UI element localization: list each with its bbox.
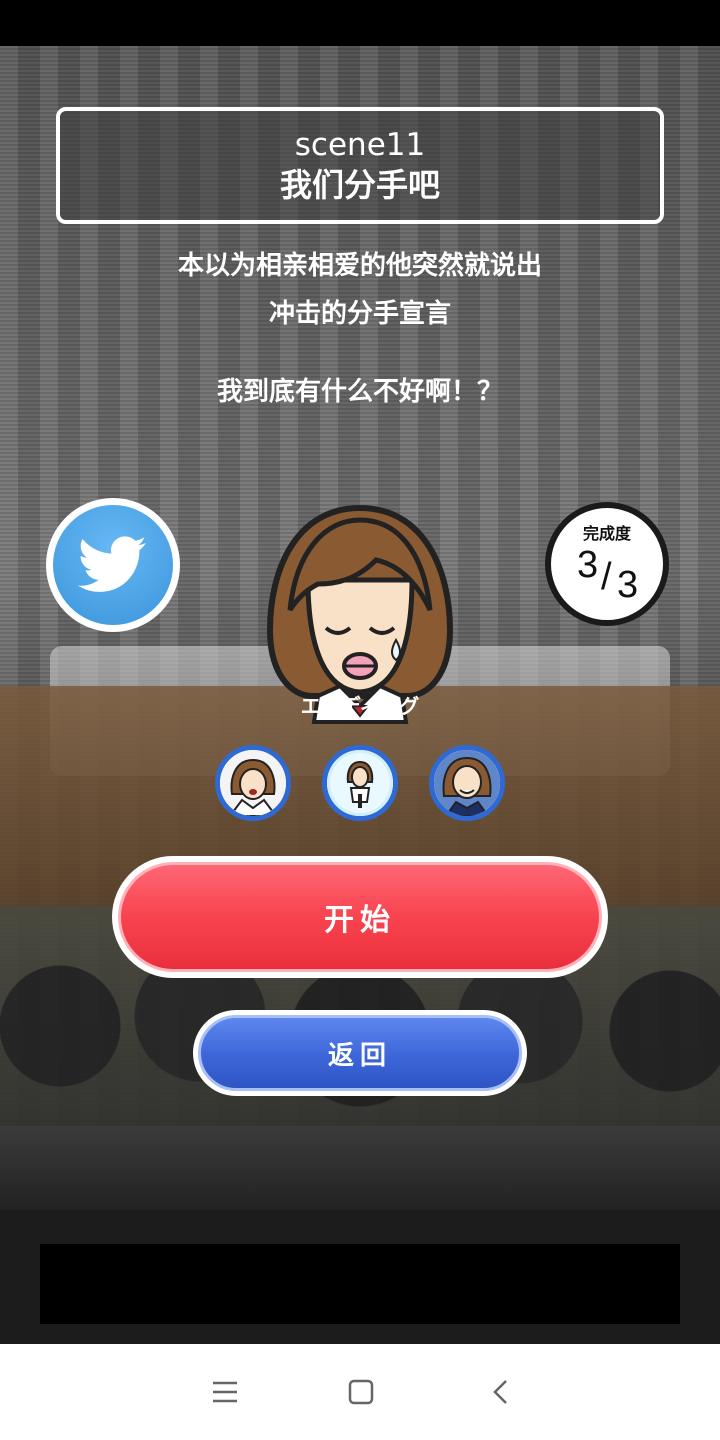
character-portrait	[256, 460, 464, 726]
background-floor	[0, 1126, 720, 1210]
scene-title: 我们分手吧	[279, 165, 440, 204]
description-line-3: 我到底有什么不好啊！？	[216, 377, 503, 407]
status-bar	[0, 0, 720, 46]
back-button[interactable]: 返回	[193, 1010, 527, 1096]
scene-title-box: scene11 我们分手吧	[56, 107, 664, 224]
scene-label: scene11	[294, 126, 426, 163]
completion-current: 3	[577, 544, 599, 586]
start-button-label: 开始	[118, 862, 602, 972]
completion-badge: 完成度 3 / 3	[545, 502, 669, 626]
back-icon[interactable]	[480, 1372, 520, 1412]
ending-2-icon[interactable]	[322, 745, 398, 821]
completion-label: 完成度	[582, 524, 631, 543]
system-navigation-bar	[0, 1344, 720, 1440]
menu-icon[interactable]	[205, 1372, 245, 1412]
ending-1-icon[interactable]	[215, 745, 291, 821]
home-icon[interactable]	[341, 1372, 381, 1412]
description-line-2: 冲击的分手宣言	[268, 299, 451, 329]
ad-banner	[40, 1244, 680, 1324]
ending-caption: エンディング	[300, 694, 420, 718]
description-line-1: 本以为相亲相爱的他突然就说出	[177, 251, 542, 281]
twitter-share-button[interactable]	[46, 498, 180, 632]
twitter-icon	[53, 505, 173, 625]
completion-total: 3	[617, 564, 639, 606]
start-button[interactable]: 开始	[112, 856, 608, 978]
completion-slash: /	[601, 556, 612, 598]
back-button-label: 返回	[198, 1015, 522, 1091]
ending-3-icon[interactable]	[429, 745, 505, 821]
